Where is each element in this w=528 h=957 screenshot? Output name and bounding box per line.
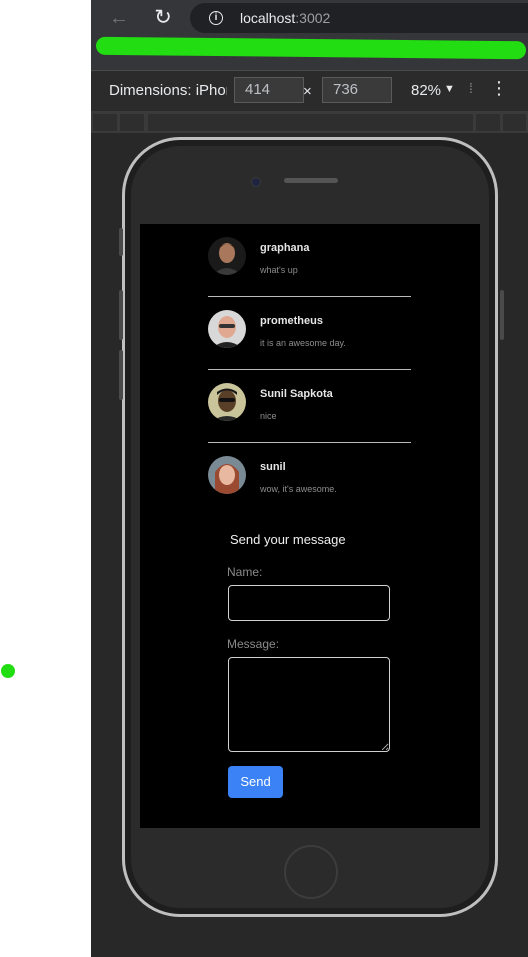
- chat-message: wow, it's awesome.: [260, 484, 337, 494]
- url-text[interactable]: localhost:3002: [240, 10, 330, 26]
- address-bar[interactable]: i localhost:3002: [190, 3, 528, 33]
- front-camera: [251, 177, 261, 187]
- chat-name: prometheus: [260, 315, 323, 327]
- media-query-ruler[interactable]: [91, 112, 528, 133]
- green-marker-dot: [1, 664, 15, 678]
- chat-message: nice: [260, 411, 277, 421]
- reload-icon: ↻: [154, 6, 172, 29]
- mute-switch: [119, 228, 123, 256]
- reload-button[interactable]: ↻: [150, 5, 176, 31]
- volume-up-button: [119, 290, 123, 340]
- redaction-scribble: [95, 36, 527, 60]
- send-button[interactable]: Send: [228, 766, 283, 798]
- name-input[interactable]: [228, 585, 390, 621]
- arrow-left-icon: ←: [109, 7, 129, 29]
- name-label: Name:: [227, 565, 263, 579]
- chat-message: what's up: [260, 265, 298, 275]
- chat-list-item[interactable]: sunil wow, it's awesome.: [208, 443, 411, 515]
- earpiece-speaker: [284, 178, 338, 183]
- browser-window: ← ↻ i localhost:3002 Dimensions: iPhone …: [91, 0, 528, 957]
- avatar: [208, 310, 246, 348]
- device-toolbar: Dimensions: iPhone 6/7/8 Plus 414 × 736 …: [91, 71, 528, 112]
- dimensions-dropdown[interactable]: Dimensions: iPhone 6/7/8 Plus: [109, 82, 227, 99]
- rotate-icon[interactable]: ⁞: [469, 80, 477, 100]
- avatar: [208, 237, 246, 275]
- volume-down-button: [119, 350, 123, 400]
- message-label: Message:: [227, 637, 280, 651]
- chat-list-item[interactable]: prometheus it is an awesome day.: [208, 297, 411, 370]
- chat-message: it is an awesome day.: [260, 338, 346, 348]
- home-button: [284, 845, 338, 899]
- avatar: [208, 383, 246, 421]
- zoom-dropdown[interactable]: 82%: [411, 82, 441, 99]
- chat-list-item[interactable]: graphana what's up: [208, 224, 411, 297]
- bookmarks-bar: [91, 36, 528, 71]
- power-button: [500, 290, 504, 340]
- chat-name: graphana: [260, 242, 310, 254]
- caret-down-icon[interactable]: ▼: [444, 83, 455, 95]
- browser-toolbar: ← ↻ i localhost:3002: [91, 0, 528, 36]
- message-textarea[interactable]: [228, 657, 390, 752]
- url-port: :3002: [295, 10, 331, 26]
- info-icon[interactable]: i: [209, 11, 223, 25]
- height-input[interactable]: 736: [322, 77, 392, 103]
- url-host: localhost: [240, 10, 296, 26]
- avatar: [208, 456, 246, 494]
- form-title: Send your message: [230, 532, 346, 547]
- chat-name: sunil: [260, 461, 286, 473]
- times-sign: ×: [303, 83, 312, 100]
- width-input[interactable]: 414: [234, 77, 304, 103]
- chat-list-item[interactable]: Sunil Sapkota nice: [208, 370, 411, 443]
- chat-name: Sunil Sapkota: [260, 388, 333, 400]
- back-button[interactable]: ←: [106, 5, 132, 31]
- device-screen: graphana what's up prometheus it is an a…: [140, 224, 480, 828]
- more-options-icon[interactable]: ⋮: [490, 79, 508, 97]
